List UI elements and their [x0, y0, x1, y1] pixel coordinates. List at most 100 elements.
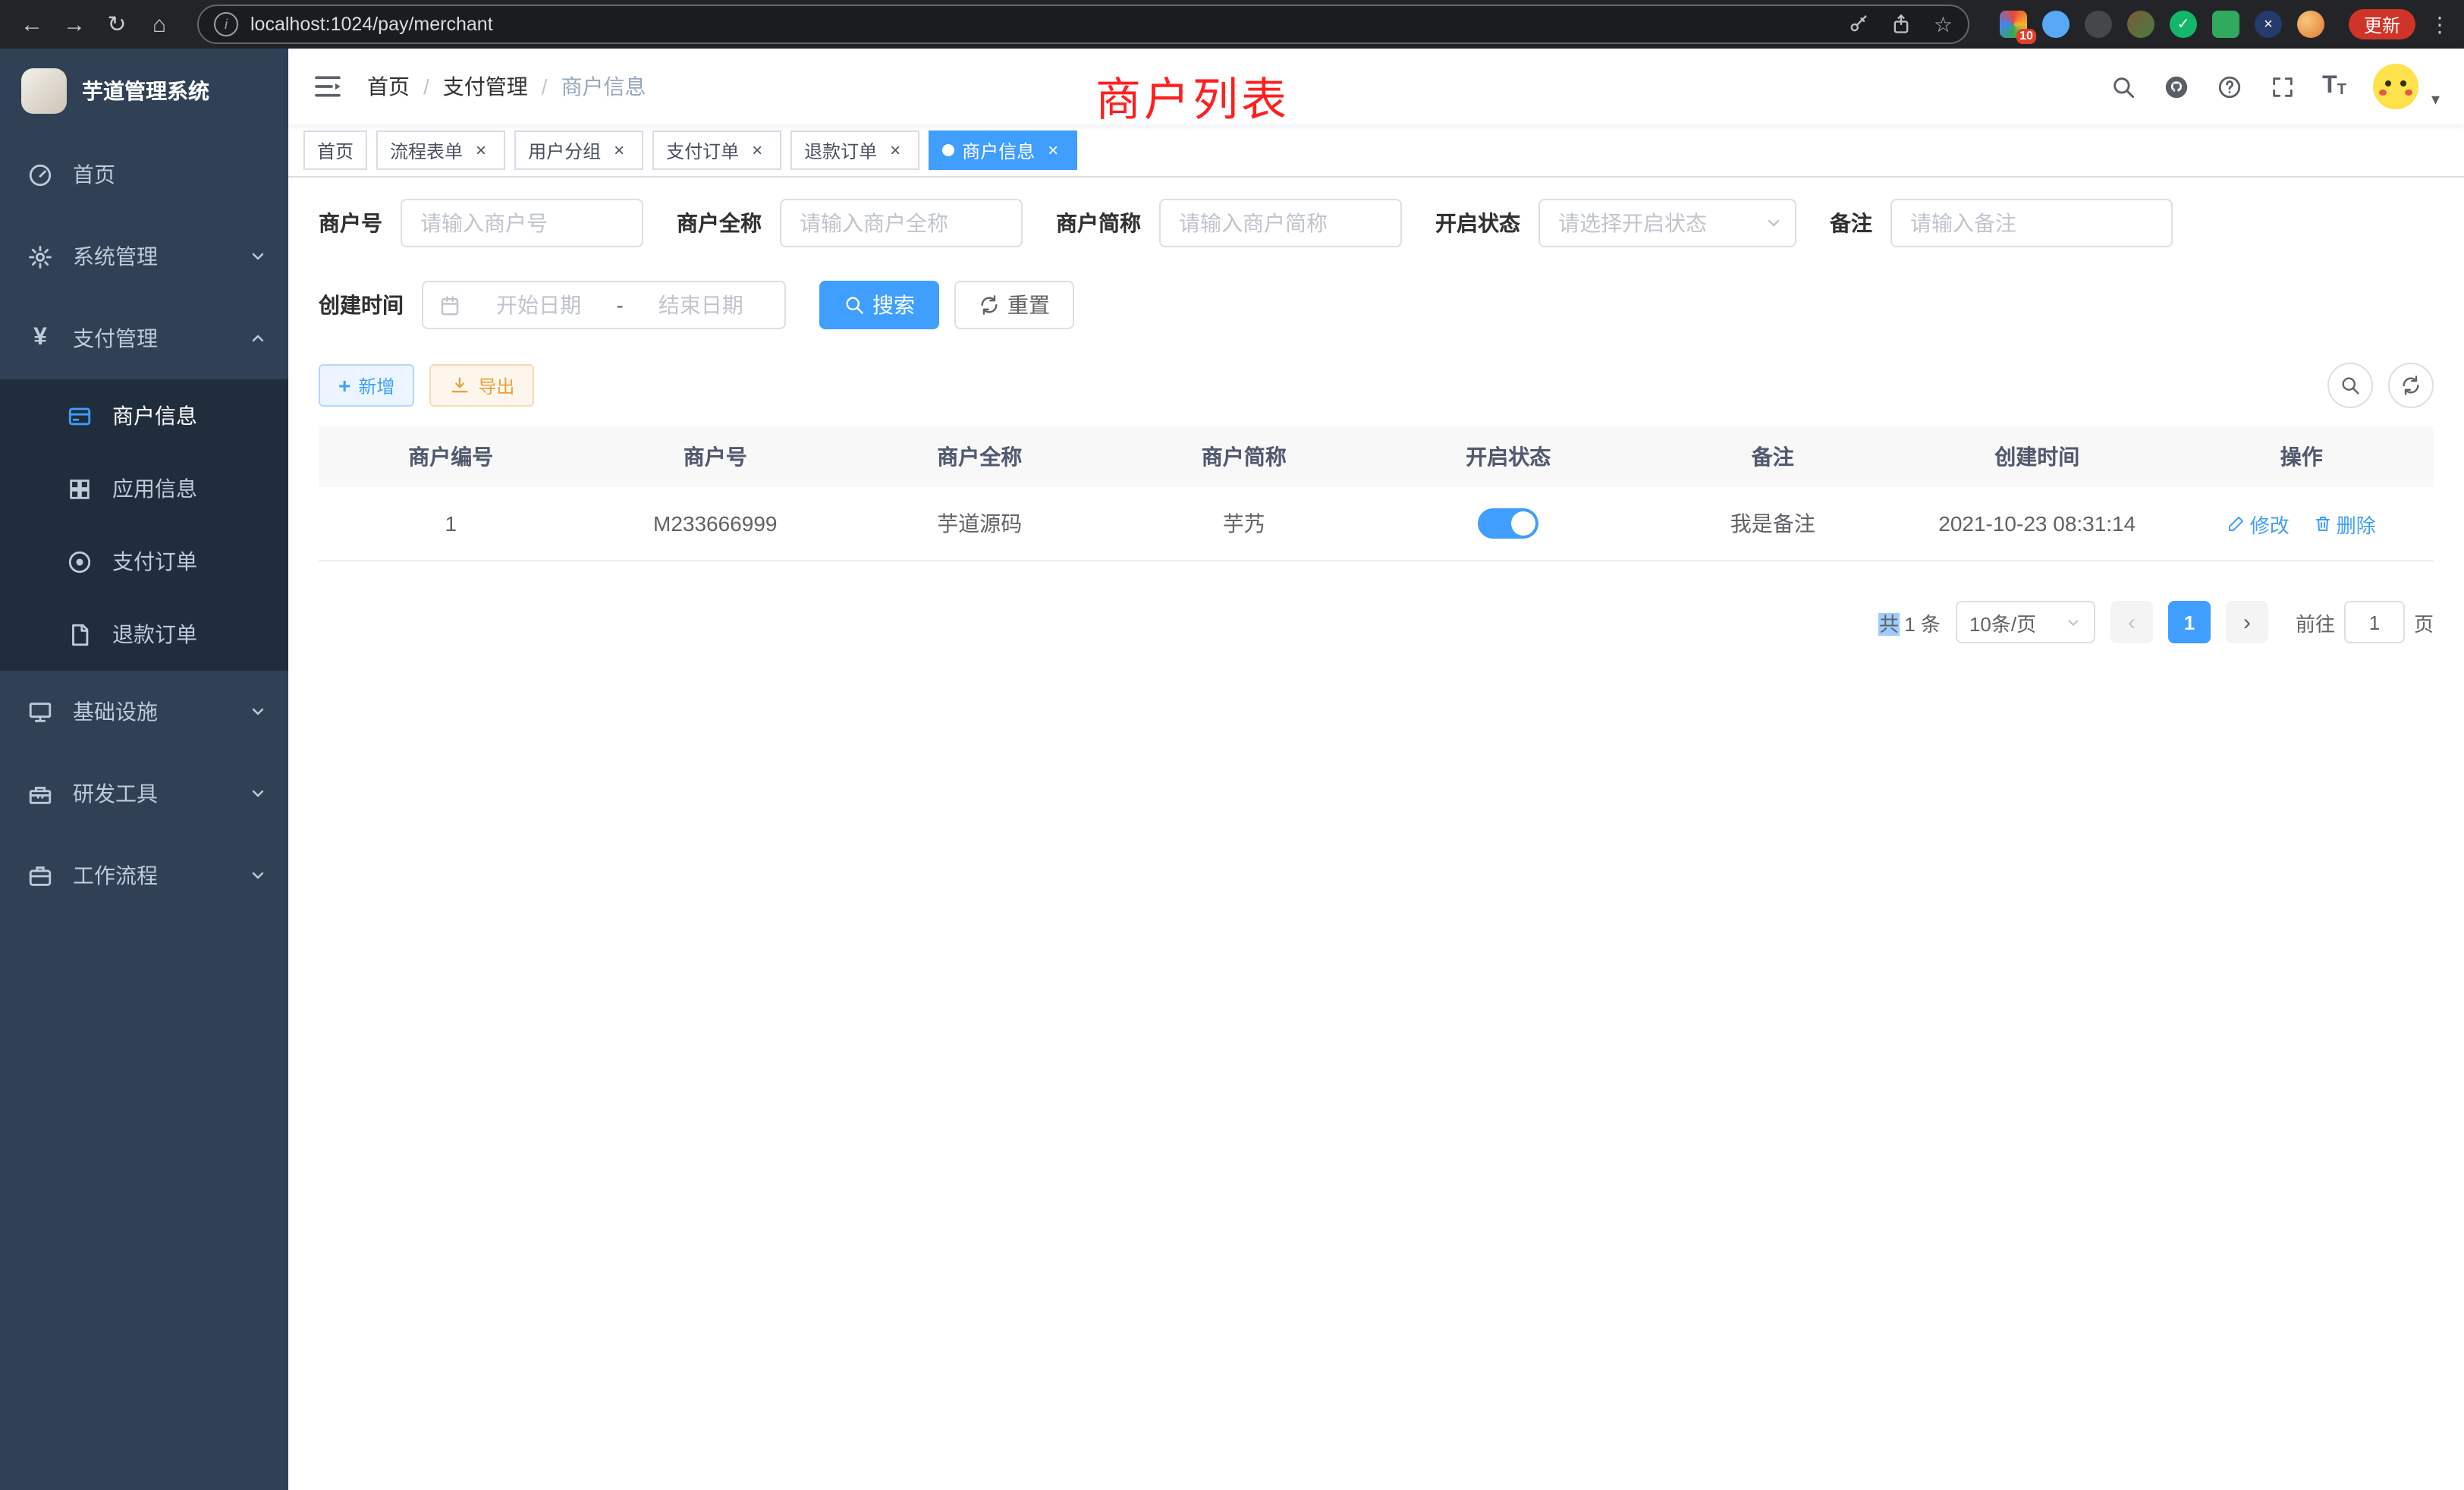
sidebar-item-infrastructure[interactable]: 基础设施 — [0, 671, 288, 753]
table-header: 商户编号 商户号 商户全称 商户简称 开启状态 备注 创建时间 操作 — [319, 426, 2434, 487]
status-select[interactable]: 请选择开启状态 — [1538, 199, 1796, 247]
tab-label: 用户分组 — [528, 137, 601, 163]
help-icon[interactable] — [2216, 74, 2242, 99]
sidebar-item-home[interactable]: 首页 — [0, 134, 288, 215]
close-icon[interactable]: × — [470, 140, 492, 161]
key-icon[interactable] — [1849, 14, 1870, 35]
short-name-input[interactable] — [1159, 199, 1402, 247]
home-button[interactable]: ⌂ — [140, 5, 179, 44]
remark-input[interactable] — [1890, 199, 2173, 247]
col-create-time: 创建时间 — [1905, 442, 2170, 472]
chevron-down-icon — [1765, 214, 1783, 232]
extension-check-icon[interactable]: ✓ — [2170, 11, 2197, 38]
reload-button[interactable]: ↻ — [97, 5, 137, 44]
export-button[interactable]: 导出 — [429, 364, 534, 407]
col-merchant-id: 商户编号 — [319, 442, 583, 472]
sidebar-toggle-icon[interactable] — [313, 71, 343, 102]
browser-menu-icon[interactable]: ⋮ — [2428, 11, 2452, 37]
payment-submenu: 商户信息 应用信息 支付订单 退款订单 — [0, 379, 288, 671]
sidebar-item-merchant-info[interactable]: 商户信息 — [0, 379, 288, 452]
reset-button[interactable]: 重置 — [954, 281, 1074, 329]
extension-icon[interactable]: × — [2255, 11, 2282, 38]
tab-label: 商户信息 — [962, 137, 1035, 163]
address-bar[interactable]: i localhost:1024/pay/merchant ☆ — [197, 5, 1969, 44]
avatar-dropdown-caret-icon[interactable]: ▾ — [2431, 89, 2440, 108]
sidebar-item-refund-order[interactable]: 退款订单 — [0, 598, 288, 671]
user-avatar[interactable] — [2374, 64, 2419, 109]
font-size-icon[interactable]: TT — [2322, 74, 2346, 99]
create-time-label: 创建时间 — [319, 290, 404, 320]
status-field: 开启状态 请选择开启状态 — [1435, 199, 1796, 247]
page-number-current[interactable]: 1 — [2168, 601, 2211, 643]
omnibox-actions: ☆ — [1849, 14, 1953, 35]
sidebar-item-label: 工作流程 — [73, 860, 158, 891]
back-button[interactable]: ← — [12, 5, 52, 44]
extension-badge: 10 — [2016, 29, 2036, 44]
next-page-button[interactable]: › — [2226, 601, 2268, 643]
search-icon[interactable] — [2110, 74, 2136, 99]
tab-flow-form[interactable]: 流程表单 × — [376, 130, 505, 170]
briefcase-icon — [27, 863, 53, 888]
close-icon[interactable]: × — [1042, 140, 1064, 161]
dashboard-icon — [27, 162, 53, 187]
github-icon[interactable] — [2163, 74, 2189, 99]
total-suffix: 1 条 — [1899, 612, 1941, 635]
trash-icon — [2314, 514, 2332, 533]
sidebar-item-app-info[interactable]: 应用信息 — [0, 452, 288, 525]
share-icon[interactable] — [1891, 14, 1912, 35]
app-logo[interactable]: 芋道管理系统 — [0, 49, 288, 134]
sidebar-item-pay-order[interactable]: 支付订单 — [0, 525, 288, 598]
status-toggle[interactable] — [1478, 508, 1538, 539]
full-name-input[interactable] — [780, 199, 1023, 247]
fullscreen-icon[interactable] — [2269, 74, 2295, 99]
close-icon[interactable]: × — [608, 140, 630, 161]
add-button[interactable]: + 新增 — [319, 364, 414, 407]
tab-pay-order[interactable]: 支付订单 × — [652, 130, 781, 170]
edit-link[interactable]: 修改 — [2227, 509, 2290, 538]
close-icon[interactable]: × — [885, 140, 906, 161]
tab-merchant-info[interactable]: 商户信息 × — [929, 130, 1077, 170]
extension-icon[interactable]: 10 — [2000, 11, 2027, 38]
tab-user-group[interactable]: 用户分组 × — [514, 130, 643, 170]
page-info-icon[interactable]: i — [214, 12, 238, 36]
sidebar-item-payment[interactable]: ¥ 支付管理 — [0, 297, 288, 379]
tab-home[interactable]: 首页 — [303, 130, 367, 170]
download-icon — [449, 375, 470, 396]
search-button-label: 搜索 — [872, 290, 915, 320]
tab-refund-order[interactable]: 退款订单 × — [790, 130, 919, 170]
cell-short-name: 芋艿 — [1112, 508, 1377, 539]
sidebar-item-system[interactable]: 系统管理 — [0, 215, 288, 297]
add-button-label: 新增 — [358, 372, 394, 398]
breadcrumb-home[interactable]: 首页 — [367, 71, 410, 102]
search-button[interactable]: 搜索 — [819, 281, 939, 329]
yen-icon: ¥ — [27, 325, 53, 352]
page-size-select[interactable]: 10条/页 — [1956, 601, 2095, 643]
toggle-search-button[interactable] — [2327, 363, 2373, 408]
sidebar-item-label: 研发工具 — [73, 778, 158, 809]
date-range-picker[interactable]: 开始日期 - 结束日期 — [422, 281, 786, 329]
breadcrumb-payment[interactable]: 支付管理 — [443, 71, 528, 102]
merchant-no-input[interactable] — [401, 199, 643, 247]
prev-page-button[interactable]: ‹ — [2110, 601, 2153, 643]
forward-icon: → — [63, 11, 86, 37]
close-icon[interactable]: × — [746, 140, 768, 161]
extension-icon[interactable] — [2042, 11, 2070, 38]
goto-page-input[interactable] — [2344, 601, 2405, 643]
end-date-placeholder: 结束日期 — [633, 290, 769, 320]
sidebar-item-devtools[interactable]: 研发工具 — [0, 753, 288, 835]
sidebar-item-workflow[interactable]: 工作流程 — [0, 835, 288, 916]
extension-icon[interactable] — [2212, 11, 2239, 38]
refresh-icon — [2400, 375, 2422, 396]
forward-button[interactable]: → — [55, 5, 94, 44]
extension-icon[interactable] — [2127, 11, 2154, 38]
browser-update-button[interactable]: 更新 — [2349, 9, 2415, 39]
refresh-table-button[interactable] — [2388, 363, 2434, 408]
avatar-cheek — [2380, 90, 2387, 96]
profile-extension-icon[interactable] — [2297, 11, 2324, 38]
extensions-area: 10 ✓ × — [2000, 11, 2324, 38]
delete-link[interactable]: 删除 — [2314, 509, 2376, 538]
bookmark-star-icon[interactable]: ☆ — [1934, 14, 1953, 35]
chevron-up-icon — [249, 329, 267, 347]
extension-icon[interactable] — [2085, 11, 2112, 38]
plus-icon: + — [338, 375, 350, 396]
